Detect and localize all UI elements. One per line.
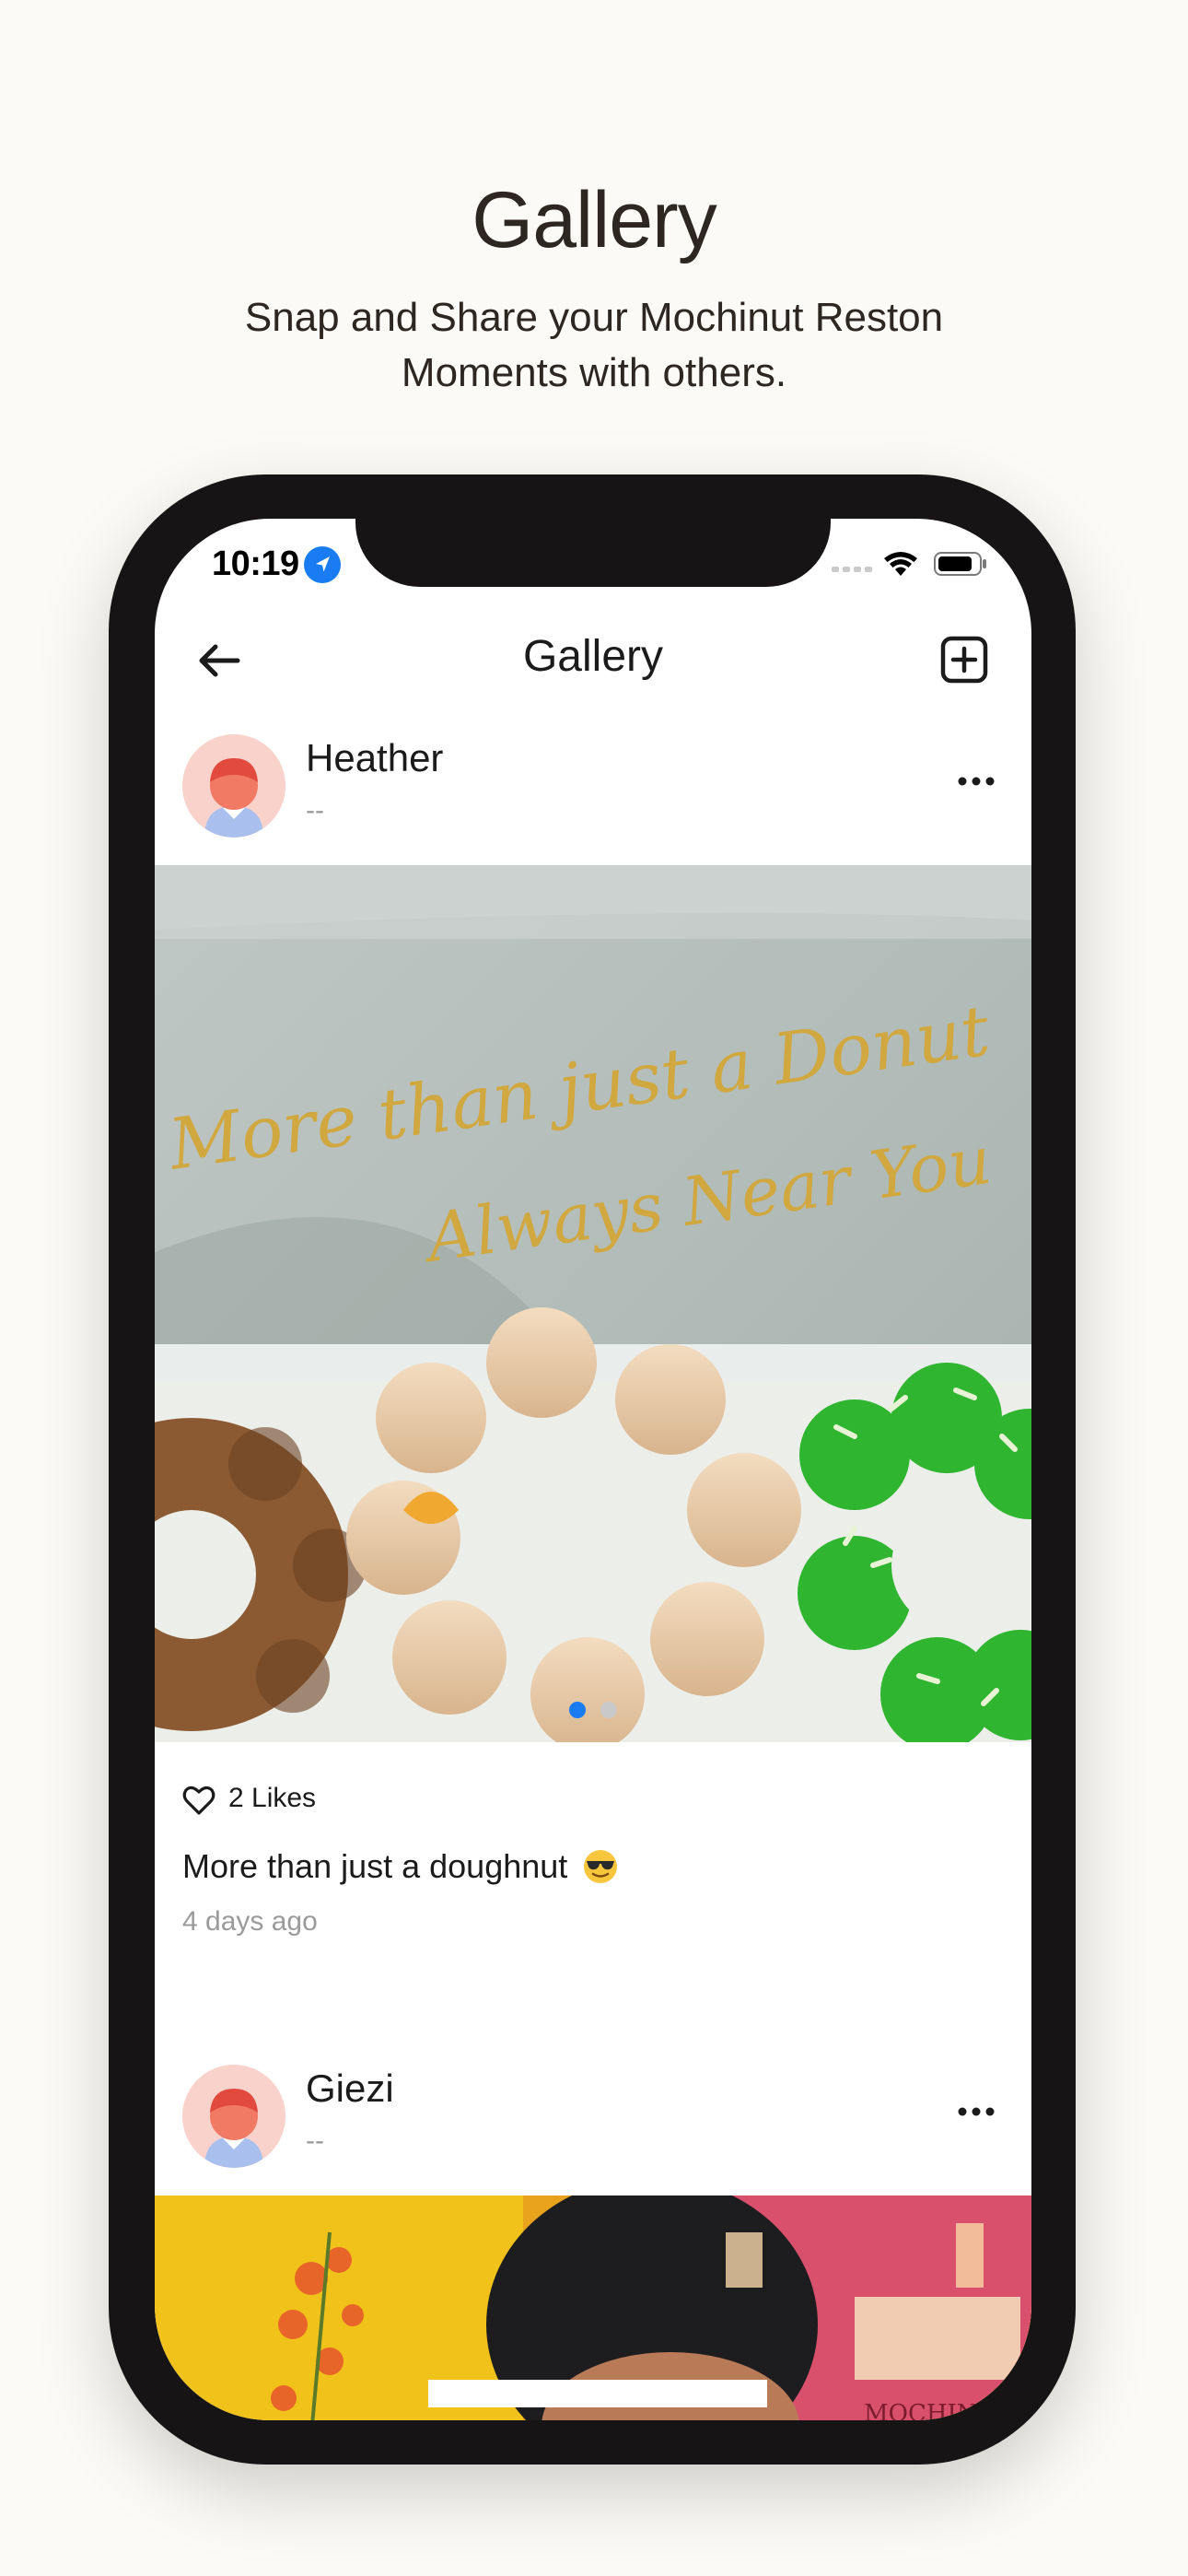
promo-title: Gallery [472, 176, 716, 264]
wifi-icon [884, 552, 917, 576]
post-photo[interactable]: More than just a Donut Always Near You [155, 865, 1031, 1742]
carousel-dot[interactable] [600, 1702, 617, 1718]
more-options-icon[interactable] [956, 2105, 996, 2118]
post-card: Giezi -- MOCHINUT [155, 2065, 1031, 2420]
notch [355, 519, 831, 587]
post-header: Heather -- [155, 734, 1031, 882]
store-sign-text: MOCHINUT [864, 2400, 1014, 2420]
likes-count[interactable]: 2 Likes [228, 1783, 316, 1814]
post-caption: More than just a doughnut [182, 1847, 619, 1886]
status-time: 10:19 [212, 544, 299, 583]
user-subtitle: -- [306, 795, 324, 825]
more-options-icon[interactable] [956, 775, 996, 788]
post-header: Giezi -- [155, 2065, 1031, 2212]
post-card: Heather -- More than just a Donut Always… [155, 734, 1031, 1937]
home-indicator[interactable] [428, 2380, 767, 2407]
carousel-indicator [155, 1702, 1031, 1723]
add-post-icon[interactable] [939, 635, 989, 685]
carousel-dot-active[interactable] [569, 1702, 586, 1718]
user-subtitle: -- [306, 2125, 324, 2156]
caption-text: More than just a doughnut [182, 1847, 568, 1885]
avatar[interactable] [182, 2065, 285, 2168]
post-time: 4 days ago [182, 1906, 318, 1937]
location-arrow-icon [304, 546, 341, 583]
promo-subtitle: Snap and Share your Mochinut Reston Mome… [244, 295, 944, 395]
sunglasses-emoji-icon [584, 1850, 618, 1883]
heart-icon[interactable] [182, 1785, 215, 1816]
phone-screen: 10:19 Gallery Heather -- More than just … [155, 519, 1031, 2420]
avatar[interactable] [182, 734, 285, 837]
username[interactable]: Giezi [306, 2067, 394, 2111]
username[interactable]: Heather [306, 736, 443, 780]
signal-icon [832, 567, 872, 572]
battery-icon [934, 552, 986, 576]
page-title: Gallery [522, 632, 664, 681]
